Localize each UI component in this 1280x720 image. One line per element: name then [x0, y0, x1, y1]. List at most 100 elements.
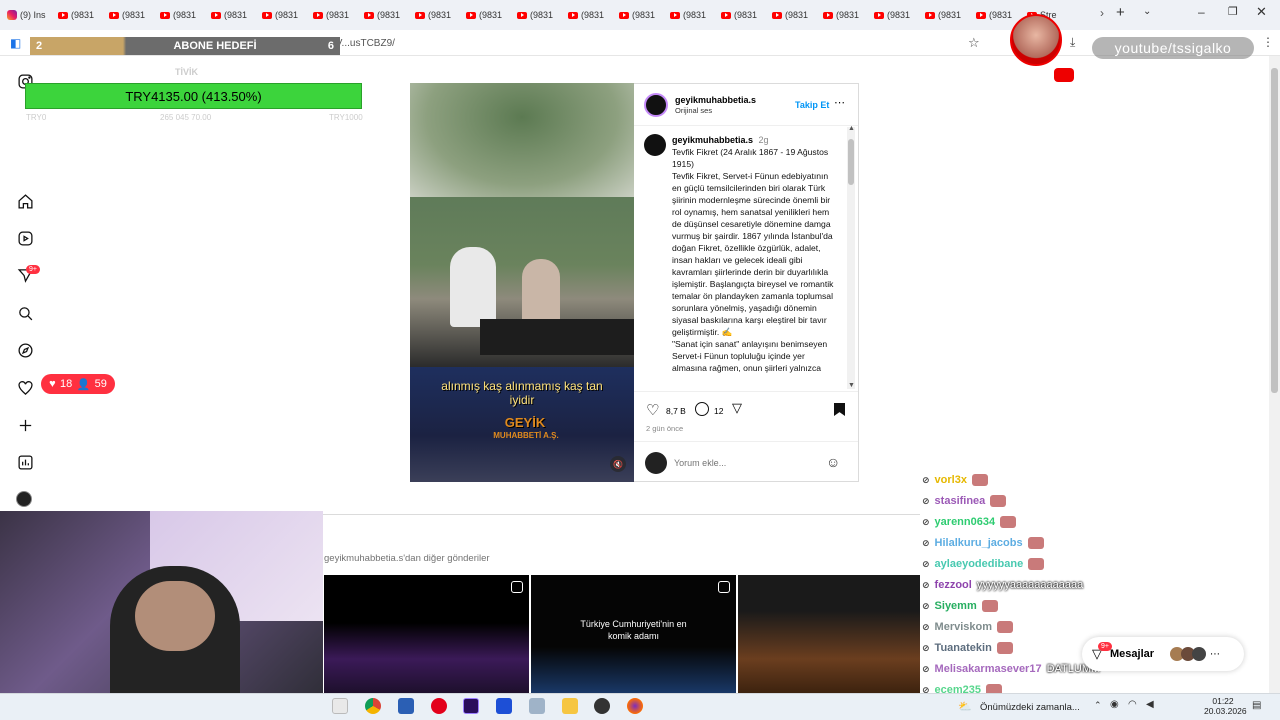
comment-input[interactable] [674, 456, 824, 470]
mute-icon[interactable]: 🔇 [610, 456, 626, 472]
caption-scrollbar-thumb[interactable] [848, 139, 854, 185]
browser-tab[interactable]: (9831 [306, 0, 357, 30]
post-video[interactable]: alınmış kaş alınmamış kaş tan iyidir GEY… [410, 83, 634, 482]
youtube-icon [415, 11, 425, 19]
obs-icon[interactable] [594, 698, 610, 714]
more-post-thumb-1[interactable] [324, 575, 529, 695]
chat-username[interactable]: stasifinea [935, 495, 986, 507]
task-view-icon[interactable] [332, 698, 348, 714]
chat-username[interactable]: Hilalkuru_jacobs [935, 537, 1023, 549]
chat-username[interactable]: fezzool [935, 579, 972, 591]
wifi-icon[interactable]: ◠ [1128, 699, 1137, 710]
app-icon[interactable] [398, 698, 414, 714]
chat-username[interactable]: Siyemm [935, 600, 977, 612]
browser-tab[interactable]: (9831 [153, 0, 204, 30]
chat-username[interactable]: Melisakarmasever17 [935, 663, 1042, 675]
save-bookmark-icon[interactable] [834, 403, 845, 416]
browser-tab[interactable]: (9831 [459, 0, 510, 30]
browser-tab[interactable]: (9831 [867, 0, 918, 30]
browser-tab[interactable]: (9831 [255, 0, 306, 30]
post-audio-label[interactable]: Orijinal ses [675, 106, 712, 115]
dashboard-icon[interactable] [14, 451, 36, 473]
emoji-icon[interactable]: ☺ [826, 454, 840, 470]
firefox-icon[interactable] [627, 698, 643, 714]
browser-tab[interactable]: (9831 [765, 0, 816, 30]
more-options-icon[interactable]: ⋯ [834, 96, 845, 109]
chat-username[interactable]: vorl3x [935, 474, 967, 486]
donation-mid: 265 045 70.00 [160, 113, 212, 122]
browser-tab[interactable]: (9831 [969, 0, 1020, 30]
tray-chevron-icon[interactable]: ⌃ [1094, 700, 1102, 711]
messages-badge: 9+ [1098, 642, 1112, 651]
browser-tab[interactable]: (9831 [357, 0, 408, 30]
notifications-heart-icon[interactable] [14, 377, 36, 399]
app-icon-3[interactable] [529, 698, 545, 714]
opera-icon[interactable] [431, 698, 447, 714]
tab-list-icon[interactable]: ⌄ [1143, 6, 1151, 17]
notification-center-icon[interactable]: ▤ [1252, 700, 1261, 711]
more-post-thumb-3[interactable] [738, 575, 920, 695]
chat-emote-icon [1027, 537, 1044, 549]
home-icon[interactable] [14, 190, 36, 212]
weather-text[interactable]: Önümüzdeki zamanla... [980, 702, 1080, 713]
youtube-icon [262, 11, 272, 19]
maximize-icon[interactable]: ❐ [1228, 5, 1238, 18]
chrome-icon[interactable] [365, 698, 381, 714]
caption-author-name[interactable]: geyikmuhabbetia.s [672, 135, 753, 145]
post-author-avatar[interactable] [644, 93, 668, 117]
close-window-icon[interactable]: ✕ [1256, 4, 1267, 20]
follow-button[interactable]: Takip Et [795, 100, 829, 110]
page-scrollbar-thumb[interactable] [1271, 68, 1278, 393]
sidebar-toggle-icon[interactable]: ◧ [10, 36, 21, 50]
chat-username[interactable]: Merviskom [935, 621, 992, 633]
reels-icon[interactable] [14, 227, 36, 249]
premiere-icon[interactable] [463, 698, 479, 714]
bookmark-star-icon[interactable]: ☆ [968, 35, 980, 51]
search-icon[interactable] [14, 302, 36, 324]
browser-tab[interactable]: (9831 [51, 0, 102, 30]
explore-icon[interactable] [14, 339, 36, 361]
network-icon[interactable]: ◉ [1110, 699, 1119, 710]
post-author-name[interactable]: geyikmuhabbetia.s [675, 95, 756, 105]
browser-tab[interactable]: (9831 [408, 0, 459, 30]
new-tab-icon[interactable]: + [1116, 4, 1125, 21]
scroll-down-icon[interactable]: ▼ [848, 382, 855, 389]
browser-tab[interactable]: (9831 [918, 0, 969, 30]
minimize-icon[interactable]: – [1198, 5, 1205, 19]
comment-icon[interactable] [695, 402, 709, 416]
browser-tab[interactable]: (9831 [561, 0, 612, 30]
browser-tab[interactable]: (9831 [714, 0, 765, 30]
chat-emote-icon [1028, 558, 1045, 570]
chat-username[interactable]: aylaeyodedibane [935, 558, 1024, 570]
youtube-icon [58, 11, 68, 19]
file-explorer-icon[interactable] [562, 698, 578, 714]
youtube-icon [619, 11, 629, 19]
browser-tab[interactable]: (9831 [102, 0, 153, 30]
browser-tab[interactable]: (9831 [663, 0, 714, 30]
app-icon-2[interactable] [496, 698, 512, 714]
browser-tab[interactable]: (9831 [612, 0, 663, 30]
browser-tab[interactable]: (9831 [816, 0, 867, 30]
clock[interactable]: 01:22 20.03.2026 [1204, 696, 1247, 716]
chat-message: ⊘ Siyemm [922, 600, 998, 612]
profile-avatar[interactable] [16, 491, 32, 507]
like-icon[interactable]: ♡ [646, 401, 659, 419]
scroll-tabs-icon[interactable]: › [1100, 6, 1104, 20]
menu-icon[interactable]: ⋮ [1262, 35, 1274, 49]
more-posts-heading[interactable]: geyikmuhabbetia.s'dan diğer gönderiler [324, 553, 490, 564]
scroll-up-icon[interactable]: ▲ [848, 125, 855, 132]
chat-username[interactable]: yarenn0634 [935, 516, 996, 528]
create-plus-icon[interactable] [14, 414, 36, 436]
chat-badge-icon: ⊘ [922, 495, 930, 506]
share-icon[interactable]: ▽ [732, 400, 742, 416]
browser-tab[interactable]: (9) Ins [0, 0, 51, 30]
chat-username[interactable]: Tuanatekin [935, 642, 992, 654]
more-post-thumb-2[interactable]: Türkiye Cumhuriyeti'nin en komik adamı [531, 575, 736, 695]
caption-author-avatar[interactable] [644, 134, 666, 156]
video-subtitle: alınmış kaş alınmamış kaş tan iyidir [441, 379, 603, 407]
browser-tab[interactable]: (9831 [510, 0, 561, 30]
download-icon[interactable]: ⤓ [1070, 35, 1075, 50]
clock-time: 01:22 [1212, 696, 1234, 706]
browser-tab[interactable]: (9831 [204, 0, 255, 30]
volume-icon[interactable]: ◀ [1146, 699, 1154, 710]
